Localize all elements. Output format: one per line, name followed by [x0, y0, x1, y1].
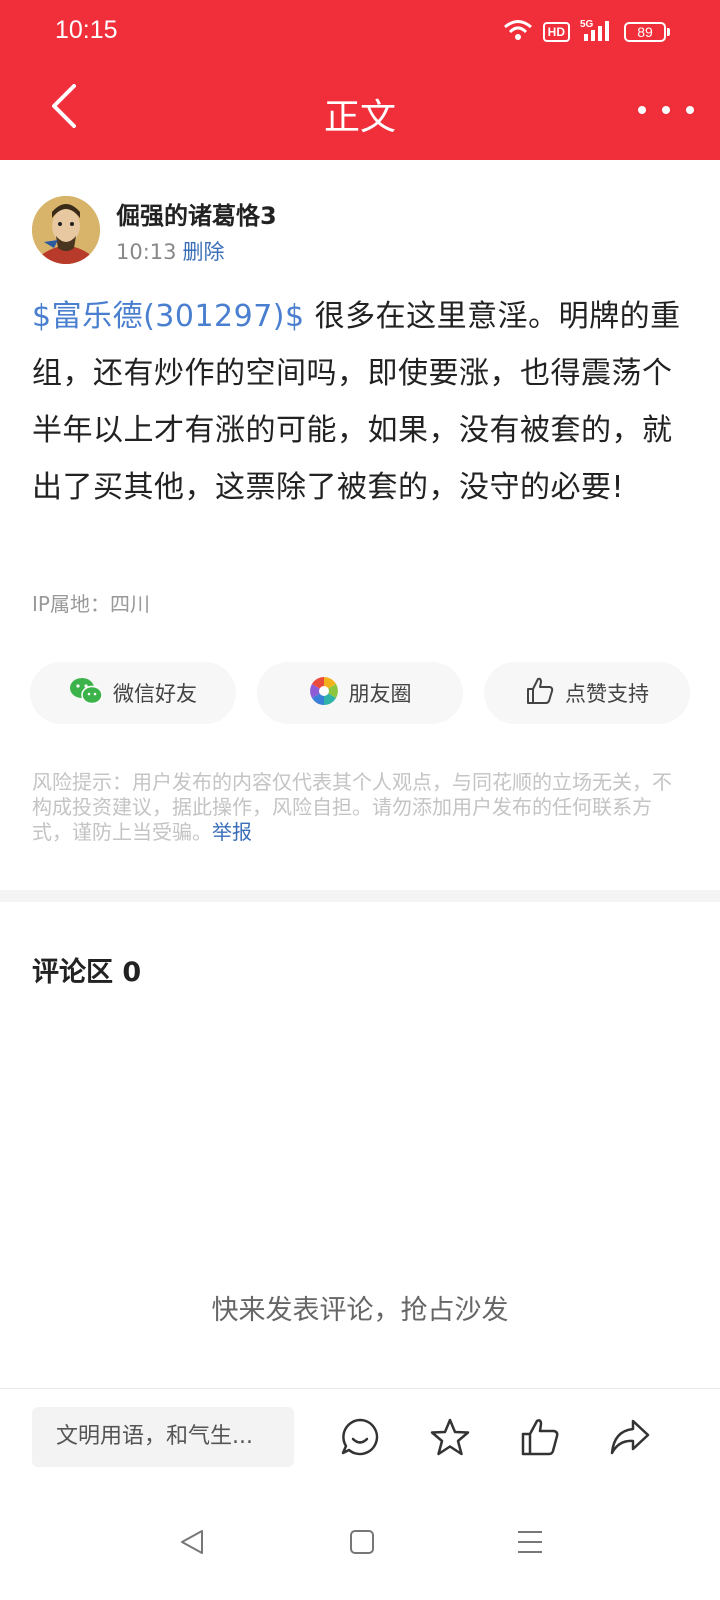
delete-link[interactable]: 删除: [183, 240, 225, 264]
report-link[interactable]: 举报: [212, 820, 252, 844]
battery-level: 89: [624, 22, 666, 42]
share-moments-button[interactable]: 朋友圈: [257, 662, 463, 724]
like-support-button[interactable]: 点赞支持: [484, 662, 690, 724]
status-icons: HD 5G 89: [503, 18, 670, 46]
comment-input[interactable]: 文明用语，和气生...: [32, 1407, 294, 1467]
share-row: 微信好友 朋友圈 点赞支持: [30, 662, 690, 724]
bottom-action-bar: 文明用语，和气生...: [0, 1388, 720, 1488]
post-body: $富乐德(301297)$ 很多在这里意淫。明牌的重组，还有炒作的空间吗，即使要…: [32, 288, 688, 516]
top-header: 10:15 HD 5G 89 正文: [0, 0, 720, 160]
more-horizontal-icon: [638, 106, 646, 114]
share-wechat-button[interactable]: 微信好友: [30, 662, 236, 724]
back-triangle-icon[interactable]: [176, 1526, 208, 1558]
post-meta: 10:13 删除: [116, 236, 225, 266]
share-icon[interactable]: [608, 1415, 652, 1459]
thumbs-up-icon[interactable]: [518, 1415, 562, 1459]
comments-heading: 评论区 0: [32, 957, 142, 988]
menu-icon[interactable]: [514, 1526, 546, 1558]
section-divider: [0, 890, 720, 902]
risk-text: 风险提示：用户发布的内容仅代表其个人观点，与同花顺的立场无关，不构成投资建议，据…: [32, 770, 672, 844]
page-title: 正文: [323, 97, 396, 138]
risk-notice: 风险提示：用户发布的内容仅代表其个人观点，与同花顺的立场无关，不构成投资建议，据…: [32, 770, 688, 845]
signal-icon: 5G: [580, 18, 614, 46]
stock-tag-link[interactable]: $富乐德(301297)$: [32, 299, 305, 334]
moments-icon: [309, 676, 339, 711]
empty-comments-prompt: 快来发表评论，抢占沙发: [211, 1295, 509, 1326]
comment-icon[interactable]: [338, 1415, 382, 1459]
network-label: 5G: [580, 19, 594, 30]
home-square-icon[interactable]: [346, 1526, 378, 1558]
ip-location: IP属地：四川: [32, 592, 150, 616]
status-bar: 10:15 HD 5G 89: [0, 0, 720, 64]
avatar[interactable]: [32, 196, 100, 264]
battery-icon: 89: [624, 22, 670, 42]
share-moments-label: 朋友圈: [348, 682, 412, 706]
hd-badge: HD: [542, 22, 570, 42]
author-name[interactable]: 倔强的诸葛恪3: [116, 196, 277, 231]
wechat-icon: [69, 677, 103, 710]
status-time: 10:15: [55, 16, 118, 44]
like-support-label: 点赞支持: [565, 682, 649, 706]
star-icon[interactable]: [428, 1415, 472, 1459]
share-wechat-label: 微信好友: [113, 682, 197, 706]
system-nav-bar: [0, 1490, 720, 1600]
more-button[interactable]: [638, 96, 694, 124]
thumbs-up-icon: [525, 676, 555, 711]
post-time: 10:13: [116, 240, 177, 264]
author-info: 倔强的诸葛恪3 10:13 删除: [32, 196, 688, 268]
wifi-icon: [503, 19, 533, 45]
